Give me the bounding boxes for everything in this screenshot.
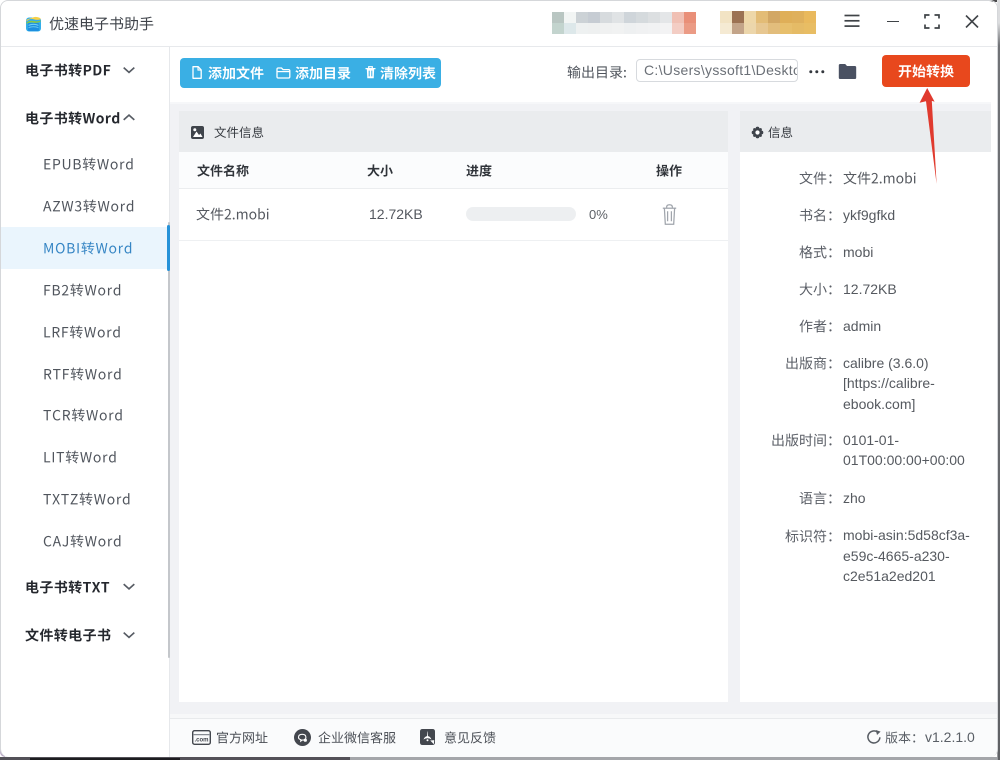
svg-text:.com: .com <box>194 738 208 744</box>
